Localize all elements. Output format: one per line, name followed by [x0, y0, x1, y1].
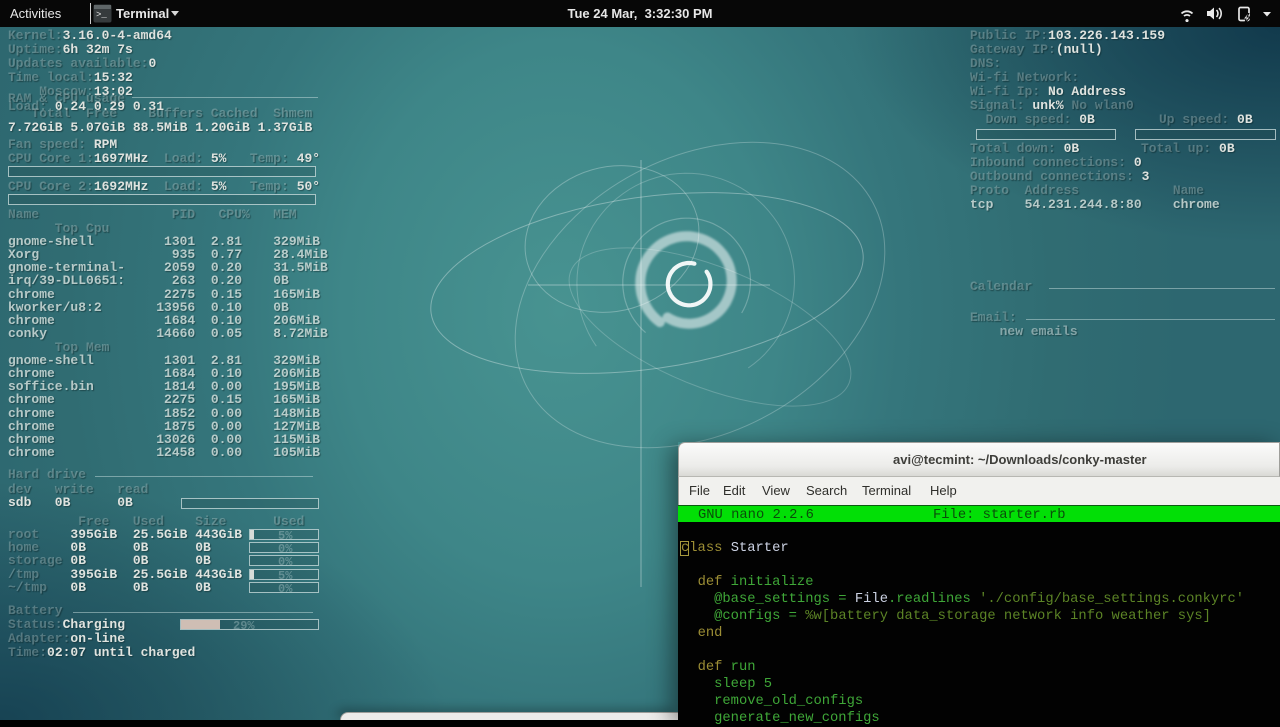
svg-text:>_: >_: [96, 10, 107, 20]
